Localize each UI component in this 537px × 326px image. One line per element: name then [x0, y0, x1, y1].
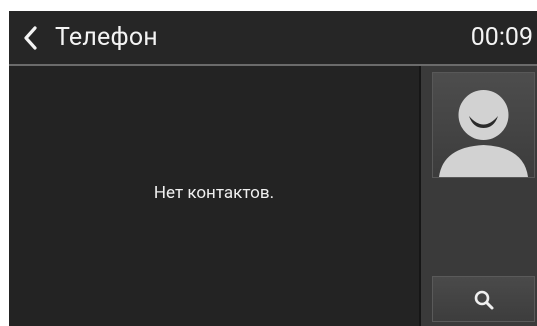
empty-contacts-message: Нет контактов. [153, 183, 275, 203]
clock: 00:09 [470, 23, 533, 52]
phone-screen: Телефон 00:09 Нет контактов. [9, 11, 537, 326]
sidebar [419, 66, 537, 326]
contact-avatar-icon [439, 90, 528, 177]
chevron-left-icon [24, 26, 37, 50]
contacts-list-area: Нет контактов. [9, 66, 419, 326]
back-button[interactable] [19, 24, 43, 52]
page-title[interactable]: Телефон [55, 23, 158, 53]
header-bar: Телефон 00:09 [9, 11, 537, 66]
search-icon [474, 290, 494, 310]
contact-avatar-button[interactable] [432, 72, 535, 178]
search-button[interactable] [432, 276, 535, 322]
